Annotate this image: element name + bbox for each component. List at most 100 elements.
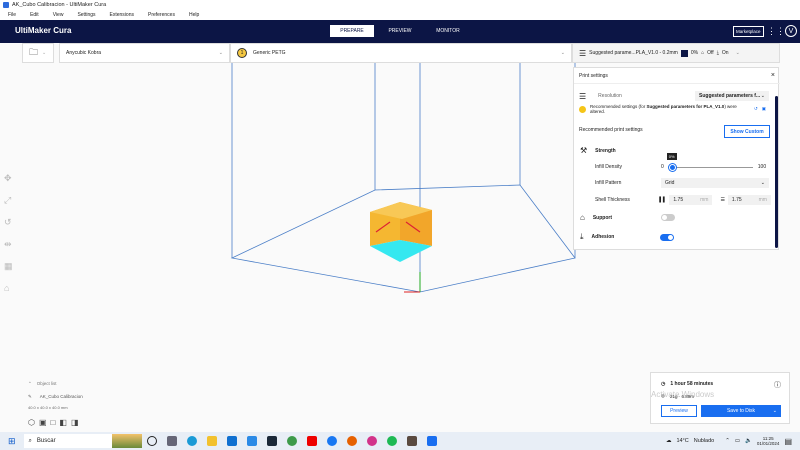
save-profile-icon[interactable]: ▣ — [762, 106, 766, 112]
spotify-icon[interactable] — [386, 436, 397, 446]
scrollbar[interactable] — [775, 96, 778, 248]
close-icon[interactable]: × — [771, 72, 775, 79]
menu-file[interactable]: File — [0, 12, 22, 18]
store-icon[interactable] — [226, 436, 237, 446]
firefox-icon[interactable] — [346, 436, 357, 446]
top-view-icon[interactable]: □ — [51, 418, 56, 427]
infill-min: 0 — [661, 164, 664, 170]
tab-prepare[interactable]: PREPARE — [330, 25, 374, 37]
facebook-icon[interactable] — [326, 436, 337, 446]
notifications-icon[interactable]: ▤ — [784, 437, 792, 446]
adhesion-icon: ⤓ — [580, 232, 584, 241]
printer-selector[interactable]: Anycubic Kobra ⌄ — [59, 43, 230, 63]
menu-edit[interactable]: Edit — [22, 12, 45, 18]
chrome-icon[interactable] — [286, 436, 297, 446]
infill-pattern-dropdown[interactable]: Grid ⌄ — [661, 178, 769, 188]
cube-model[interactable] — [370, 202, 432, 262]
chevron-down-icon: ⌄ — [560, 50, 565, 56]
top-bottom-thickness-input[interactable]: 1.75 mm — [727, 195, 771, 205]
resolution-icon: ☰ — [579, 91, 587, 101]
windows-taskbar: ⊞ ⌕ Buscar ☁ 14°C Nublado ⌃ ▭ 🔈 11:25 01/01/20… — [0, 432, 800, 450]
taskbar-search[interactable]: ⌕ Buscar — [23, 434, 142, 448]
support-icon: ⌂ — [580, 213, 585, 222]
object-list-toggle[interactable]: ⌃ Object list — [28, 381, 57, 387]
chevron-down-icon[interactable]: ⌄ — [773, 408, 777, 414]
rotate-icon[interactable]: ↺ — [4, 217, 13, 228]
marketplace-button[interactable]: Marketplace — [733, 26, 764, 37]
front-view-icon[interactable]: ▣ — [39, 418, 47, 427]
activation-watermark: Activate Windows — [651, 390, 715, 399]
tab-preview[interactable]: PREVIEW — [378, 25, 422, 37]
youtube-icon[interactable] — [306, 436, 317, 446]
mail-icon[interactable] — [246, 436, 257, 446]
profile-name: Suggested parame...PLA_V1.0 - 0.2mm — [589, 50, 678, 56]
wall-thickness-input[interactable]: 1.75 mm — [669, 195, 713, 205]
adhesion-label: Adhesion — [591, 234, 615, 240]
recommended-label: Recommended print settings — [579, 127, 643, 133]
top-bottom-icon: ☰ — [720, 197, 725, 203]
move-icon[interactable]: ✥ — [4, 173, 13, 184]
mirror-icon[interactable]: ⇹ — [4, 239, 13, 250]
show-custom-button[interactable]: Show Custom — [724, 125, 770, 138]
steam-icon[interactable] — [266, 436, 277, 446]
task-view-icon[interactable] — [166, 436, 177, 446]
tray-chevron-icon[interactable]: ⌃ — [725, 438, 730, 444]
edge-icon[interactable] — [186, 436, 197, 446]
support-blocker-icon[interactable]: ⌂ — [4, 283, 13, 293]
support-toggle[interactable] — [660, 214, 675, 221]
material-selector[interactable]: 1 Generic PETG ⌄ — [230, 43, 572, 63]
right-view-icon[interactable]: ◨ — [71, 418, 79, 427]
user-avatar[interactable]: V — [785, 25, 797, 37]
weather-icon: ☁ — [665, 438, 672, 444]
infill-density-slider[interactable]: 0% — [666, 153, 753, 171]
save-to-disk-button[interactable]: Save to Disk ⌄ — [701, 405, 781, 417]
instagram-icon[interactable] — [366, 436, 377, 446]
menu-view[interactable]: View — [45, 12, 70, 18]
adhesion-toggle[interactable] — [659, 233, 674, 241]
infill-pattern-label: Infill Pattern — [595, 180, 622, 186]
slider-thumb[interactable] — [668, 164, 676, 171]
object-list-item[interactable]: ✎ AK_Cubo Calibracion — [28, 394, 83, 400]
menu-help[interactable]: Help — [181, 12, 205, 18]
start-icon[interactable]: ⊞ — [8, 436, 16, 447]
app-icon[interactable] — [406, 436, 417, 446]
tab-monitor[interactable]: MONITOR — [426, 25, 470, 37]
apps-grid-icon[interactable]: ⋮⋮ — [767, 26, 785, 37]
object-dimensions: 40.0 x 40.0 x 40.0 mm — [28, 405, 68, 410]
per-model-settings-icon[interactable]: ▦ — [4, 261, 13, 272]
resolution-dropdown[interactable]: Suggested parameters f... ⌄ — [695, 91, 769, 101]
menu-preferences[interactable]: Preferences — [140, 12, 181, 18]
weather-text: Nublado — [693, 438, 715, 444]
sliders-icon: ☰ — [579, 48, 587, 58]
cortana-icon[interactable] — [146, 436, 157, 446]
left-view-icon[interactable]: ◧ — [59, 418, 67, 427]
shell-thickness-label: Shell Thickness — [595, 197, 630, 203]
menu-extensions[interactable]: Extensions — [102, 12, 140, 18]
print-settings-selector[interactable]: ☰ Suggested parame...PLA_V1.0 - 0.2mm 0% … — [572, 43, 780, 63]
adhesion-value: On — [721, 50, 729, 56]
strength-icon: ⚒ — [580, 146, 588, 155]
volume-icon[interactable]: 🔈 — [745, 438, 752, 444]
reset-icon[interactable]: ↺ — [754, 106, 758, 112]
file-explorer-icon[interactable] — [206, 436, 217, 446]
window-title: AK_Cubo Calibracion - UltiMaker Cura — [12, 2, 107, 8]
infill-density-label: Infill Density — [595, 164, 622, 170]
network-icon[interactable]: ▭ — [735, 438, 740, 444]
infill-value: 0% — [690, 50, 699, 56]
infill-icon — [680, 49, 688, 57]
clock[interactable]: 11:25 01/01/2024 — [757, 436, 780, 446]
logo: UltiMaker Cura — [15, 26, 72, 35]
object-name: AK_Cubo Calibracion — [39, 394, 83, 399]
title-bar: AK_Cubo Calibracion - UltiMaker Cura — [0, 0, 800, 10]
scale-icon[interactable]: ⤢ — [4, 195, 13, 206]
info-icon[interactable]: ⓘ — [774, 380, 781, 390]
cura-taskbar-icon[interactable] — [426, 436, 437, 446]
preview-button[interactable]: Preview — [661, 405, 697, 417]
chevron-down-icon: ⌄ — [218, 50, 223, 56]
menu-settings[interactable]: Settings — [69, 12, 101, 18]
print-settings-panel: Print settings × ☰ Resolution Suggested par… — [573, 67, 780, 250]
3d-view-icon[interactable]: ⬡ — [28, 418, 35, 427]
open-file-button[interactable]: 🗀 ⌄ — [22, 43, 54, 63]
strength-label: Strength — [595, 147, 616, 154]
infill-tooltip: 0% — [666, 153, 677, 160]
